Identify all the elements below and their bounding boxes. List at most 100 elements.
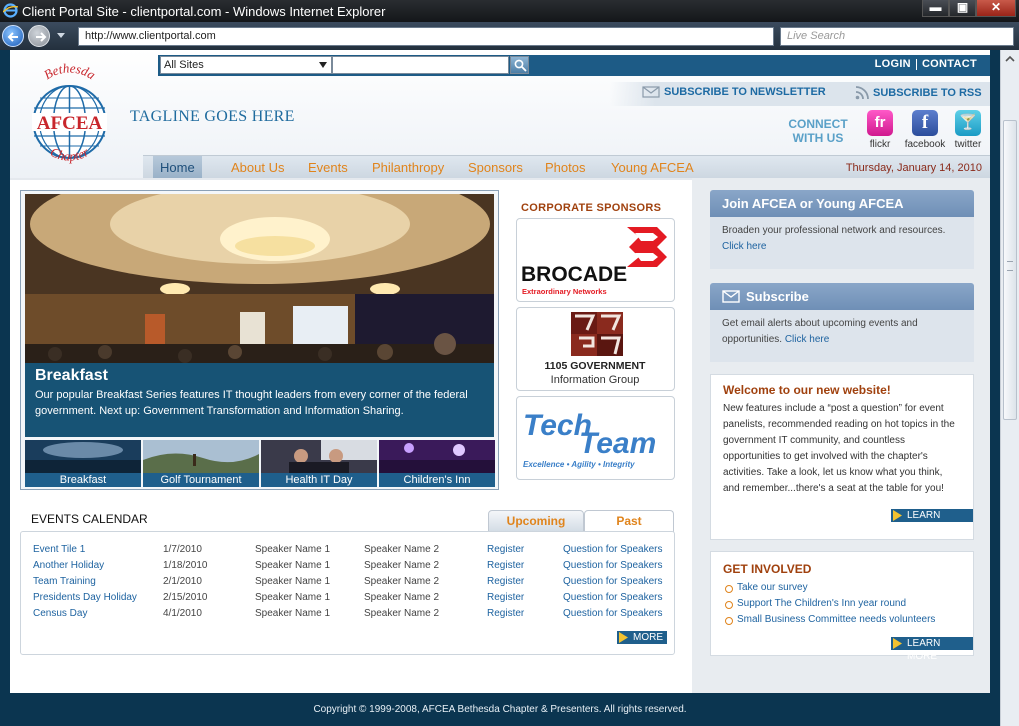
search-icon — [514, 59, 527, 72]
hero-slideshow: Breakfast Our popular Breakfast Series f… — [20, 190, 499, 490]
event-title-link[interactable]: Census Day — [33, 608, 87, 619]
flickr-link[interactable]: fr flickr — [860, 110, 900, 150]
nav-home[interactable]: Home — [153, 156, 202, 179]
register-link[interactable]: Register — [487, 592, 524, 603]
maximize-button[interactable]: ▣ — [949, 0, 976, 17]
gov-line-2: Information Group — [551, 374, 640, 386]
login-link[interactable]: LOGIN — [870, 58, 916, 70]
connect-with-us: CONNECT WITH US — [788, 117, 848, 145]
event-title-link[interactable]: Presidents Day Holiday — [33, 592, 137, 603]
recent-pages-dropdown-icon[interactable] — [56, 31, 66, 39]
events-calendar-title: EVENTS CALENDAR — [31, 512, 148, 526]
vertical-scrollbar[interactable] — [1000, 50, 1019, 726]
twitter-link[interactable]: 🍸 twitter — [948, 110, 988, 150]
grip-icon — [1007, 261, 1013, 271]
site-search-input[interactable] — [332, 56, 509, 74]
newsletter-label: SUBSCRIBE TO NEWSLETTER — [664, 86, 826, 98]
question-link[interactable]: Question for Speakers — [563, 592, 663, 603]
thumb-label: Golf Tournament — [143, 473, 259, 487]
thumb-label: Breakfast — [25, 473, 141, 487]
1105-government-logo: 1105 GOVERNMENT Information Group — [545, 312, 646, 386]
nav-events[interactable]: Events — [308, 160, 348, 175]
scrollbar-thumb[interactable] — [1003, 120, 1017, 420]
subscribe-box: Subscribe Get email alerts about upcomin… — [710, 283, 974, 362]
newsletter-link[interactable]: SUBSCRIBE TO NEWSLETTER — [642, 86, 826, 98]
question-link[interactable]: Question for Speakers — [563, 576, 663, 587]
address-text: http://www.clientportal.com — [85, 30, 216, 42]
register-link[interactable]: Register — [487, 576, 524, 587]
subscribe-click-here-link[interactable]: Click here — [785, 334, 829, 345]
techteam-word-2: Team — [579, 427, 656, 460]
thumb-breakfast[interactable]: Breakfast — [25, 440, 141, 487]
welcome-text: New features include a “post a question”… — [723, 403, 955, 494]
events-more-button[interactable]: MORE — [617, 631, 667, 644]
sponsor-brocade[interactable]: BROCADE Extraordinary Networks — [516, 218, 675, 302]
site-search-button[interactable] — [510, 56, 529, 74]
involved-link-childrens-inn[interactable]: Support The Children's Inn year round — [723, 596, 961, 612]
welcome-box: Welcome to our new website! New features… — [710, 374, 974, 540]
involved-learn-more-label: LEARN MORE — [907, 638, 941, 662]
twitter-label: twitter — [954, 139, 982, 150]
question-link[interactable]: Question for Speakers — [563, 544, 663, 555]
live-search-input[interactable]: Live Search — [780, 27, 1014, 46]
involved-link-small-business[interactable]: Small Business Committee needs volunteer… — [723, 612, 961, 628]
event-date: 4/1/2010 — [163, 608, 202, 619]
speaker-1: Speaker Name 1 — [255, 560, 331, 571]
welcome-learn-more-button[interactable]: LEARN MORE — [891, 509, 973, 534]
involved-link-survey[interactable]: Take our survey — [723, 580, 961, 596]
nav-about-us[interactable]: About Us — [231, 160, 284, 175]
brocade-logo: BROCADE Extraordinary Networks — [521, 227, 667, 296]
register-link[interactable]: Register — [487, 560, 524, 571]
tab-upcoming[interactable]: Upcoming — [488, 510, 584, 532]
thumb-childrens-image — [379, 440, 495, 473]
register-link[interactable]: Register — [487, 544, 524, 555]
question-link[interactable]: Question for Speakers — [563, 560, 663, 571]
sponsor-techteam[interactable]: Tech Team Excellence • Agility • Integri… — [516, 396, 675, 480]
browser-toolbar: http://www.clientportal.com Live Search — [0, 22, 1019, 50]
speaker-2: Speaker Name 2 — [364, 560, 440, 571]
minimize-button[interactable]: ▬ — [922, 0, 949, 17]
hero-text: Our popular Breakfast Series features IT… — [35, 389, 468, 417]
afcea-logo[interactable]: Bethesda AFCEA Chapter — [22, 62, 117, 172]
nav-philanthropy[interactable]: Philanthropy — [372, 160, 444, 175]
site-select[interactable]: All Sites — [160, 56, 332, 74]
tab-past[interactable]: Past — [584, 510, 674, 532]
nav-young-afcea[interactable]: Young AFCEA — [611, 160, 694, 175]
back-button[interactable] — [2, 25, 24, 47]
join-click-here-link[interactable]: Click here — [722, 241, 766, 252]
speaker-2: Speaker Name 2 — [364, 592, 440, 603]
thumb-golf-tournament[interactable]: Golf Tournament — [143, 440, 259, 487]
rss-label: SUBSCRIBE TO RSS — [873, 86, 982, 99]
nav-sponsors[interactable]: Sponsors — [468, 160, 523, 175]
subscribe-body: Get email alerts about upcoming events a… — [710, 310, 974, 362]
scroll-up-icon[interactable] — [1005, 54, 1015, 64]
get-involved-title: GET INVOLVED — [723, 562, 812, 576]
involved-learn-more-button[interactable]: LEARN MORE — [891, 637, 973, 662]
question-link[interactable]: Question for Speakers — [563, 608, 663, 619]
rss-link[interactable]: SUBSCRIBE TO RSS — [855, 86, 982, 100]
svg-text:Bethesda: Bethesda — [41, 62, 99, 83]
facebook-link[interactable]: f facebook — [903, 110, 947, 150]
facebook-icon: f — [912, 110, 938, 136]
speaker-1: Speaker Name 1 — [255, 592, 331, 603]
event-title-link[interactable]: Team Training — [33, 576, 96, 587]
thumb-health-it-day[interactable]: Health IT Day — [261, 440, 377, 487]
welcome-learn-more-label: LEARN MORE — [907, 510, 941, 534]
techteam-tagline: Excellence • Agility • Integrity — [523, 460, 635, 469]
close-button[interactable]: ✕ — [976, 0, 1016, 17]
arrow-left-icon — [7, 32, 18, 42]
brocade-tagline: Extraordinary Networks — [522, 287, 607, 296]
event-title-link[interactable]: Event Tile 1 — [33, 544, 85, 555]
thumb-childrens-inn[interactable]: Children's Inn — [379, 440, 495, 487]
register-link[interactable]: Register — [487, 608, 524, 619]
address-bar[interactable]: http://www.clientportal.com — [78, 27, 842, 46]
techteam-logo: Tech Team Excellence • Agility • Integri… — [523, 409, 656, 469]
speaker-1: Speaker Name 1 — [255, 576, 331, 587]
contact-link[interactable]: CONTACT — [917, 58, 982, 70]
nav-photos[interactable]: Photos — [545, 160, 585, 175]
event-title-link[interactable]: Another Holiday — [33, 560, 104, 571]
site-tagline: TAGLINE GOES HERE — [130, 108, 295, 125]
forward-button[interactable] — [28, 25, 50, 47]
speaker-2: Speaker Name 2 — [364, 576, 440, 587]
sponsor-1105-government[interactable]: 1105 GOVERNMENT Information Group — [516, 307, 675, 391]
